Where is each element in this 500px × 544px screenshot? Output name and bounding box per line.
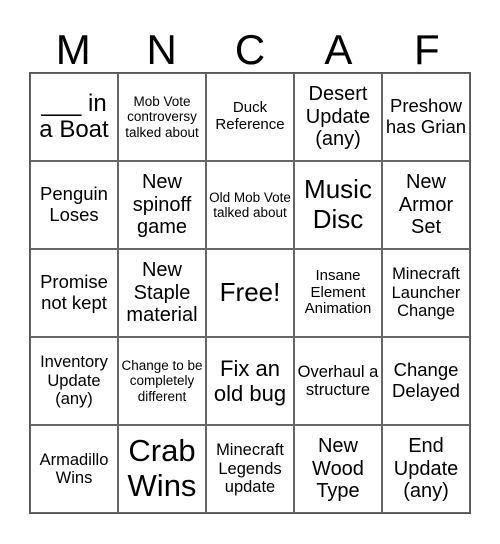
bingo-cell[interactable]: Minecraft Legends update xyxy=(206,425,294,513)
bingo-cell[interactable]: New Staple material xyxy=(118,249,206,337)
bingo-cell[interactable]: Old Mob Vote talked about xyxy=(206,161,294,249)
bingo-grid: ___ in a Boat Mob Vote controversy talke… xyxy=(29,72,471,514)
bingo-cell[interactable]: Armadillo Wins xyxy=(30,425,118,513)
bingo-cell[interactable]: Mob Vote controversy talked about xyxy=(118,73,206,161)
bingo-cell[interactable]: End Update (any) xyxy=(382,425,470,513)
bingo-cell[interactable]: Change to be completely different xyxy=(118,337,206,425)
bingo-cell[interactable]: Penguin Loses xyxy=(30,161,118,249)
bingo-cell[interactable]: New spinoff game xyxy=(118,161,206,249)
bingo-cell[interactable]: Duck Reference xyxy=(206,73,294,161)
bingo-cell[interactable]: Preshow has Grian xyxy=(382,73,470,161)
header-letter: M xyxy=(55,26,91,73)
free-space[interactable]: Free! xyxy=(206,249,294,337)
bingo-cell[interactable]: Crab Wins xyxy=(118,425,206,513)
header-letter: N xyxy=(146,26,177,73)
header-letter: A xyxy=(324,26,353,73)
header-letter: C xyxy=(234,26,266,73)
bingo-cell[interactable]: Promise not kept xyxy=(30,249,118,337)
bingo-cell[interactable]: Music Disc xyxy=(294,161,382,249)
bingo-cell[interactable]: New Wood Type xyxy=(294,425,382,513)
bingo-cell[interactable]: ___ in a Boat xyxy=(30,73,118,161)
bingo-cell[interactable]: Desert Update (any) xyxy=(294,73,382,161)
bingo-cell[interactable]: Fix an old bug xyxy=(206,337,294,425)
bingo-cell[interactable]: Overhaul a structure xyxy=(294,337,382,425)
header-letter: F xyxy=(414,26,440,73)
bingo-cell[interactable]: Inventory Update (any) xyxy=(30,337,118,425)
bingo-cell[interactable]: Minecraft Launcher Change xyxy=(382,249,470,337)
bingo-cell[interactable]: New Armor Set xyxy=(382,161,470,249)
bingo-cell[interactable]: Change Delayed xyxy=(382,337,470,425)
bingo-cell[interactable]: Insane Element Animation xyxy=(294,249,382,337)
bingo-header: M N C A F xyxy=(29,28,471,72)
